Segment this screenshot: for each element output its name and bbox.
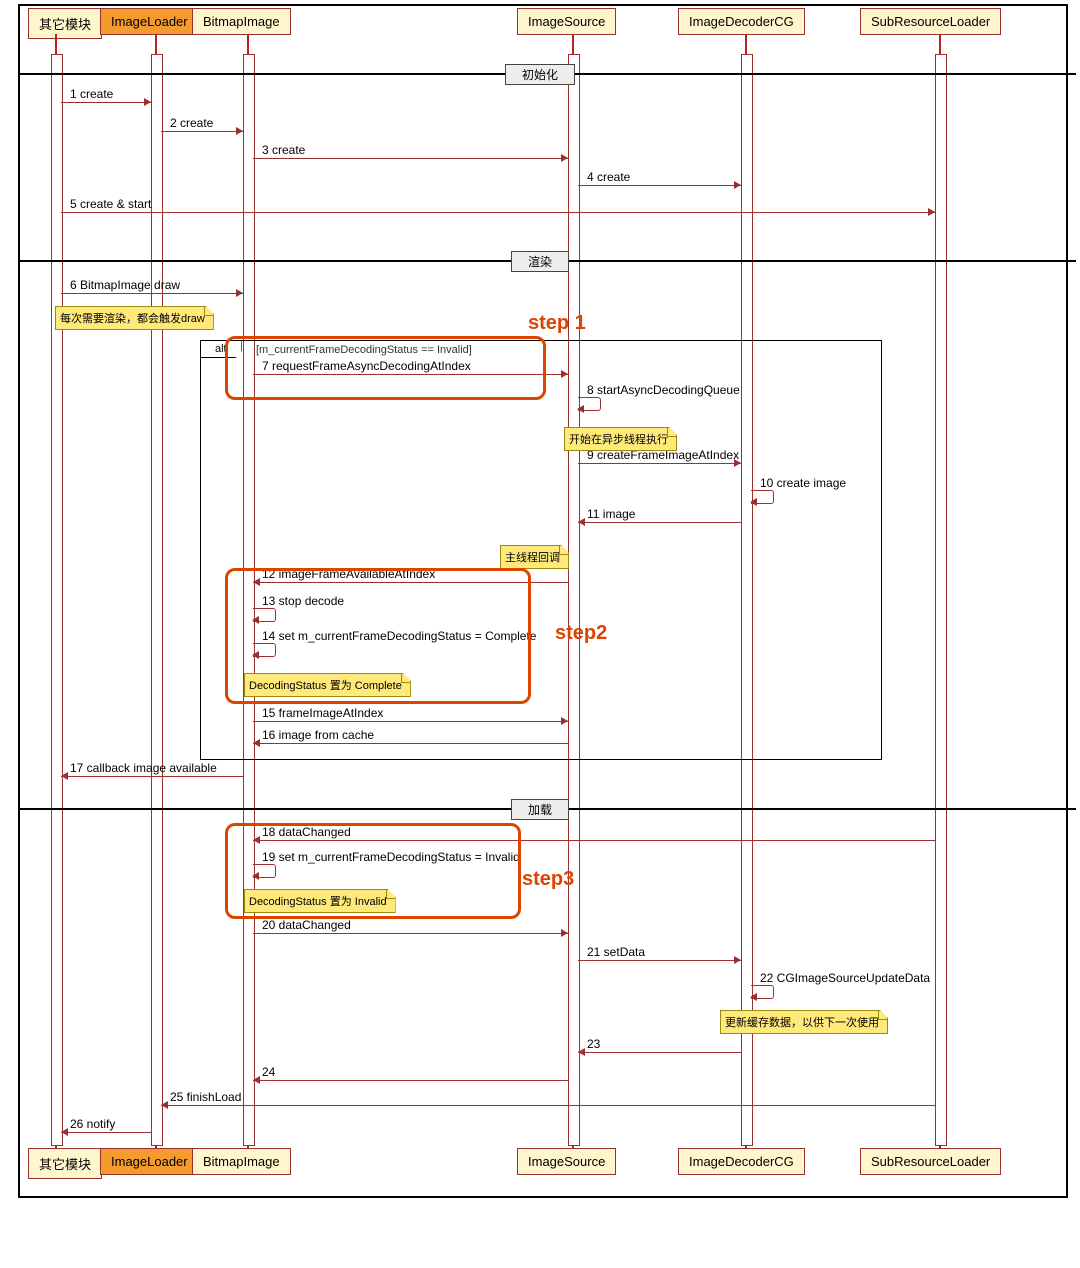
participant-ImageSource-bottom: ImageSource <box>517 1148 616 1175</box>
msg-23 <box>578 1052 741 1053</box>
step-box-2 <box>225 568 531 704</box>
msg-2-label: 2 create <box>170 116 213 130</box>
msg-3 <box>253 158 568 159</box>
participant-ImageDecoderCG-bottom: ImageDecoderCG <box>678 1148 805 1175</box>
msg-1-label: 1 create <box>70 87 113 101</box>
msg-20-label: 20 dataChanged <box>262 918 351 932</box>
divider-label: 加载 <box>511 799 569 820</box>
msg-3-arrow <box>561 154 568 162</box>
msg-20 <box>253 933 568 934</box>
divider-label: 渲染 <box>511 251 569 272</box>
participant-其它模块: 其它模块 <box>28 8 102 39</box>
step-box-1 <box>225 336 546 400</box>
divider-label: 初始化 <box>505 64 575 85</box>
msg-22-label: 22 CGImageSourceUpdateData <box>760 971 930 985</box>
msg-3-label: 3 create <box>262 143 305 157</box>
step-label-3: step3 <box>522 868 574 891</box>
msg-17-arrow <box>61 772 68 780</box>
msg-1-arrow <box>144 98 151 106</box>
participant-ImageDecoderCG: ImageDecoderCG <box>678 8 805 35</box>
msg-6-arrow <box>236 289 243 297</box>
participant-ImageSource: ImageSource <box>517 8 616 35</box>
msg-25-label: 25 finishLoad <box>170 1090 241 1104</box>
msg-22-arrow <box>750 993 757 1001</box>
note-update: 更新缓存数据，以供下一次使用 <box>720 1010 888 1034</box>
participant-SubResourceLoader: SubResourceLoader <box>860 8 1001 35</box>
msg-5-label: 5 create & start <box>70 197 151 211</box>
step-label-2: step2 <box>555 622 607 645</box>
msg-6-label: 6 BitmapImage draw <box>70 278 180 292</box>
participant-ImageLoader: ImageLoader <box>100 8 199 35</box>
msg-21-arrow <box>734 956 741 964</box>
msg-4 <box>578 185 741 186</box>
activation-SubResourceLoader <box>935 54 947 1146</box>
step-label-1: step 1 <box>528 312 586 335</box>
msg-26-arrow <box>61 1128 68 1136</box>
msg-17 <box>61 776 243 777</box>
msg-4-label: 4 create <box>587 170 630 184</box>
msg-25 <box>161 1105 935 1106</box>
msg-24-label: 24 <box>262 1065 275 1079</box>
msg-6 <box>61 293 243 294</box>
step-box-3 <box>225 823 521 919</box>
msg-26-label: 26 notify <box>70 1117 115 1131</box>
msg-24-arrow <box>253 1076 260 1084</box>
msg-25-arrow <box>161 1101 168 1109</box>
msg-2 <box>161 131 243 132</box>
msg-26 <box>61 1132 151 1133</box>
note-async: 开始在异步线程执行 <box>564 427 677 451</box>
msg-1 <box>61 102 151 103</box>
note-mainthread: 主线程回调 <box>500 545 569 569</box>
msg-23-label: 23 <box>587 1037 600 1051</box>
msg-17-label: 17 callback image available <box>70 761 217 775</box>
participant-ImageLoader-bottom: ImageLoader <box>100 1148 199 1175</box>
msg-21-label: 21 setData <box>587 945 645 959</box>
activation-其它模块 <box>51 54 63 1146</box>
participant-其它模块-bottom: 其它模块 <box>28 1148 102 1179</box>
participant-BitmapImage-bottom: BitmapImage <box>192 1148 291 1175</box>
participant-BitmapImage: BitmapImage <box>192 8 291 35</box>
msg-23-arrow <box>578 1048 585 1056</box>
msg-21 <box>578 960 741 961</box>
participant-SubResourceLoader-bottom: SubResourceLoader <box>860 1148 1001 1175</box>
msg-2-arrow <box>236 127 243 135</box>
note-draw: 每次需要渲染，都会触发draw <box>55 306 214 330</box>
msg-5 <box>61 212 935 213</box>
activation-ImageLoader <box>151 54 163 1146</box>
msg-4-arrow <box>734 181 741 189</box>
msg-24 <box>253 1080 568 1081</box>
msg-20-arrow <box>561 929 568 937</box>
msg-5-arrow <box>928 208 935 216</box>
